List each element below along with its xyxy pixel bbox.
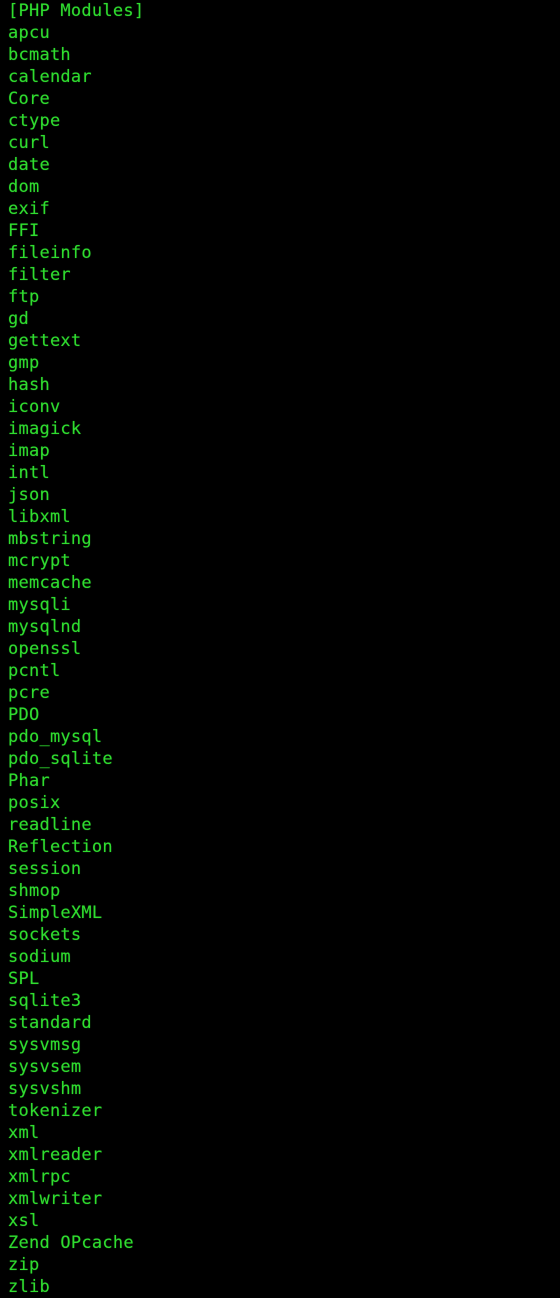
- php-module-line: mysqlnd: [8, 617, 82, 637]
- php-module-line: gd: [8, 309, 29, 329]
- php-modules-section-header: [PHP Modules]: [8, 1, 145, 21]
- php-module-line: xmlreader: [8, 1145, 103, 1165]
- php-module-line: json: [8, 485, 50, 505]
- php-module-line: Phar: [8, 771, 50, 791]
- php-module-line: sysvsem: [8, 1057, 82, 1077]
- php-module-line: zip: [8, 1255, 40, 1275]
- php-module-line: session: [8, 859, 82, 879]
- php-module-line: curl: [8, 133, 50, 153]
- php-module-line: openssl: [8, 639, 82, 659]
- php-module-line: sqlite3: [8, 991, 82, 1011]
- php-module-line: libxml: [8, 507, 71, 527]
- php-module-line: readline: [8, 815, 92, 835]
- php-module-line: gmp: [8, 353, 40, 373]
- php-module-line: Core: [8, 89, 50, 109]
- php-module-line: gettext: [8, 331, 82, 351]
- php-module-line: intl: [8, 463, 50, 483]
- php-module-line: standard: [8, 1013, 92, 1033]
- php-module-line: SimpleXML: [8, 903, 103, 923]
- php-module-line: mcrypt: [8, 551, 71, 571]
- php-module-line: shmop: [8, 881, 61, 901]
- php-module-line: hash: [8, 375, 50, 395]
- php-module-line: imagick: [8, 419, 82, 439]
- php-module-line: xml: [8, 1123, 40, 1143]
- php-module-line: tokenizer: [8, 1101, 103, 1121]
- php-module-line: pcre: [8, 683, 50, 703]
- php-module-line: sodium: [8, 947, 71, 967]
- terminal-window: [PHP Modules] apcu bcmath calendar Core ctyp…: [0, 0, 560, 1297]
- php-module-line: sysvshm: [8, 1079, 82, 1099]
- php-module-line: sysvmsg: [8, 1035, 82, 1055]
- php-module-line: mbstring: [8, 529, 92, 549]
- php-module-line: apcu: [8, 23, 50, 43]
- php-module-line: posix: [8, 793, 61, 813]
- php-module-line: Reflection: [8, 837, 113, 857]
- php-module-line: dom: [8, 177, 40, 197]
- php-module-line: FFI: [8, 221, 40, 241]
- php-module-line: ftp: [8, 287, 40, 307]
- php-module-line: exif: [8, 199, 50, 219]
- php-module-line: xsl: [8, 1211, 40, 1231]
- php-module-line: calendar: [8, 67, 92, 87]
- terminal-output: [PHP Modules] apcu bcmath calendar Core ctyp…: [8, 0, 560, 1298]
- php-module-line: zlib: [8, 1277, 50, 1297]
- php-module-line: Zend OPcache: [8, 1233, 134, 1253]
- php-module-line: imap: [8, 441, 50, 461]
- php-module-line: pdo_mysql: [8, 727, 103, 747]
- php-module-line: pdo_sqlite: [8, 749, 113, 769]
- php-module-line: iconv: [8, 397, 61, 417]
- php-module-line: SPL: [8, 969, 40, 989]
- php-module-line: mysqli: [8, 595, 71, 615]
- php-module-line: bcmath: [8, 45, 71, 65]
- php-module-line: PDO: [8, 705, 40, 725]
- php-module-line: date: [8, 155, 50, 175]
- php-module-line: fileinfo: [8, 243, 92, 263]
- php-module-line: memcache: [8, 573, 92, 593]
- php-module-line: xmlrpc: [8, 1167, 71, 1187]
- php-module-line: sockets: [8, 925, 82, 945]
- php-module-line: ctype: [8, 111, 61, 131]
- php-module-line: filter: [8, 265, 71, 285]
- php-module-line: xmlwriter: [8, 1189, 103, 1209]
- php-module-line: pcntl: [8, 661, 61, 681]
